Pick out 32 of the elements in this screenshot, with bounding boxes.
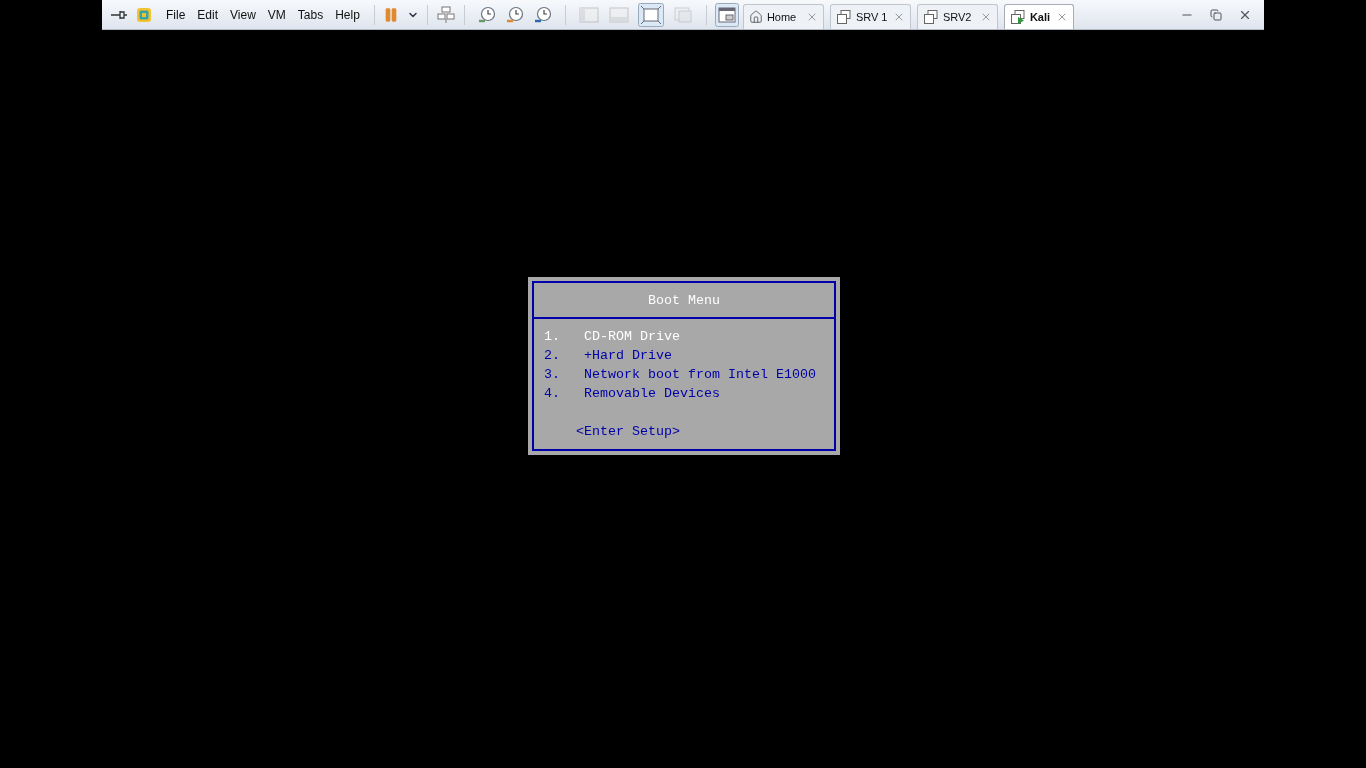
home-icon	[748, 10, 763, 24]
enter-setup-option[interactable]: <Enter Setup>	[544, 422, 680, 441]
windows-stack-icon	[835, 9, 852, 25]
manage-clock-icon[interactable]	[532, 4, 553, 25]
menu-item[interactable]: Tabs	[291, 3, 330, 26]
menu-item[interactable]: Edit	[191, 3, 225, 26]
snapshot-clock-icon[interactable]	[476, 4, 497, 25]
network-devices-icon[interactable]	[435, 4, 456, 25]
tab-label: SRV 1	[855, 9, 889, 25]
menu-item[interactable]: File	[160, 3, 192, 26]
tab[interactable]: Kali	[1003, 4, 1074, 29]
menu-item[interactable]: VM	[261, 3, 292, 26]
tab-label: SRV2	[942, 9, 973, 25]
tab-label: Home	[766, 9, 798, 25]
console-view-icon[interactable]	[714, 2, 739, 27]
boot-option[interactable]: 3. Network boot from Intel E1000	[544, 365, 834, 384]
menu-item[interactable]: Help	[329, 3, 366, 26]
windows-stack-icon	[922, 9, 939, 25]
menu-item[interactable]: View	[224, 3, 262, 26]
tab[interactable]: Home	[742, 4, 824, 29]
tab-label: Kali	[1029, 9, 1052, 25]
fullscreen-icon[interactable]	[637, 2, 664, 27]
boot-menu-title: Boot Menu	[648, 291, 720, 310]
pin-icon[interactable]	[110, 8, 128, 21]
boot-option[interactable]: 2. +Hard Drive	[544, 346, 834, 365]
boot-option[interactable]: 4. Removable Devices	[544, 384, 834, 403]
restore-icon[interactable]	[1210, 8, 1222, 21]
tab[interactable]: SRV2	[916, 4, 998, 29]
revert-clock-icon[interactable]	[504, 4, 525, 25]
tab[interactable]: SRV 1	[829, 4, 911, 29]
play-stack-icon	[1009, 9, 1026, 25]
app-logo-icon[interactable]	[136, 6, 152, 23]
